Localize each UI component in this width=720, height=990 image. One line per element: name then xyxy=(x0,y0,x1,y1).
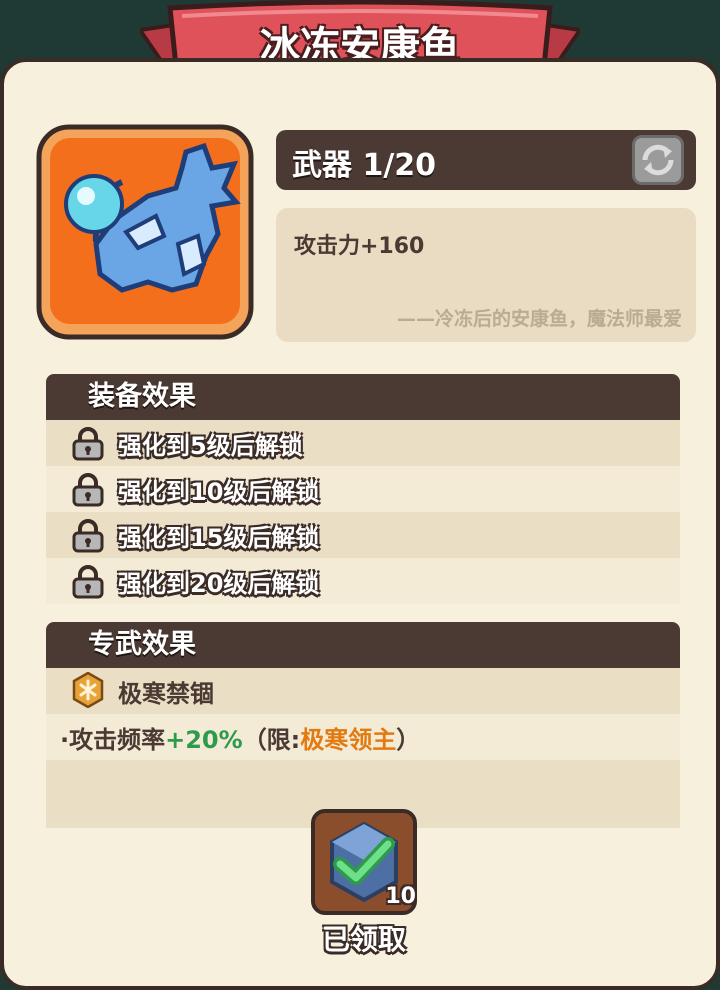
weapon-level-label: 武器 1/20 xyxy=(292,148,437,183)
effect-row: 强化到15级后解锁 xyxy=(46,512,680,558)
exclusive-effects-section: 专武效果 极寒禁锢 ·攻击频率+20%（限:极寒领主） xyxy=(46,622,680,828)
section-title: 专武效果 xyxy=(46,622,680,668)
effect-row: 强化到20级后解锁 xyxy=(46,558,680,604)
lock-icon xyxy=(72,427,104,461)
snowflake-hex-icon xyxy=(72,672,104,708)
effect-text: 强化到5级后解锁 xyxy=(118,432,303,460)
effect-row: 强化到5级后解锁 xyxy=(46,420,680,466)
exclusive-bonus: ·攻击频率+20%（限:极寒领主） xyxy=(60,720,420,755)
lock-icon xyxy=(72,473,104,507)
lock-icon xyxy=(72,565,104,599)
bonus-limit-close: ） xyxy=(396,726,421,754)
exclusive-bonus-row: ·攻击频率+20%（限:极寒领主） xyxy=(46,714,680,760)
refresh-button[interactable] xyxy=(632,135,684,185)
bonus-stat: ·攻击频率 xyxy=(60,726,166,754)
claim-count: 10 xyxy=(385,884,416,909)
refresh-icon xyxy=(642,144,674,176)
effect-text: 强化到15级后解锁 xyxy=(118,524,320,552)
weapon-level-bar: 武器 1/20 xyxy=(276,130,696,190)
bonus-value: +20% xyxy=(165,726,243,754)
item-description: 攻击力+160 ——冷冻后的安康鱼，魔法师最爱 xyxy=(276,208,696,342)
exclusive-effect-name: 极寒禁锢 xyxy=(118,680,214,708)
effect-text: 强化到10级后解锁 xyxy=(118,478,320,506)
effect-text: 强化到20级后解锁 xyxy=(118,570,320,598)
bonus-target: 极寒领主 xyxy=(300,726,397,754)
claimed-label: 已领取 xyxy=(321,923,406,956)
flavor-text: ——冷冻后的安康鱼，魔法师最爱 xyxy=(396,308,682,330)
equip-effects-section: 装备效果 强化到5级后解锁 强化到10级后解锁 强化到15级后解锁 强化到20级… xyxy=(46,374,680,604)
bonus-limit-open: （限: xyxy=(242,726,301,754)
section-title: 装备效果 xyxy=(46,374,680,420)
effect-row: 强化到10级后解锁 xyxy=(46,466,680,512)
attack-stat: 攻击力+160 xyxy=(294,234,425,259)
frozen-anglerfish-icon xyxy=(36,124,254,340)
lock-icon xyxy=(72,519,104,553)
exclusive-name-row: 极寒禁锢 xyxy=(46,668,680,714)
